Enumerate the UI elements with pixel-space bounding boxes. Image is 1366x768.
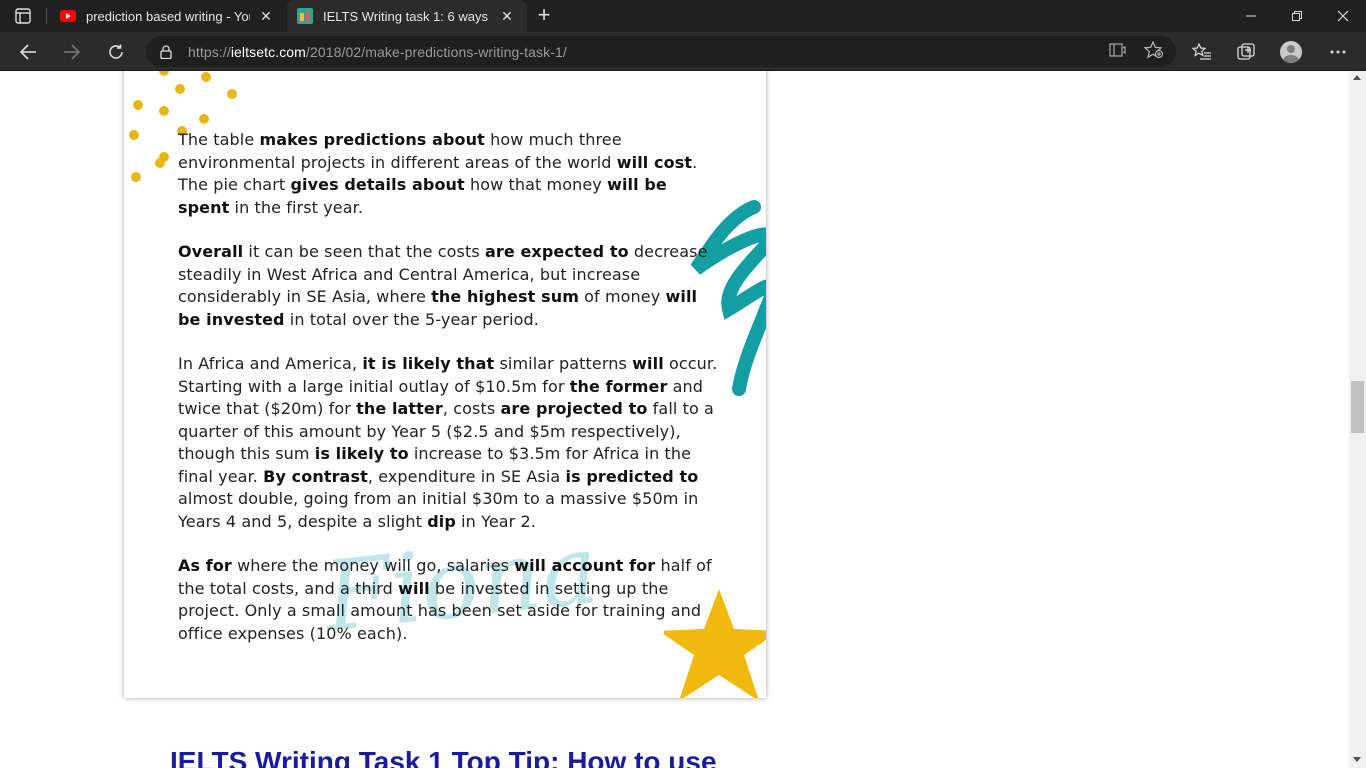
lock-icon[interactable]	[158, 44, 174, 60]
article-infographic: Fiona The table makes predictions about …	[124, 71, 766, 698]
profile-avatar-icon[interactable]	[1279, 40, 1303, 64]
reload-icon[interactable]	[103, 39, 129, 65]
tab-title: IELTS Writing task 1: 6 ways to m	[323, 8, 491, 24]
back-arrow-icon[interactable]	[15, 39, 41, 65]
address-bar[interactable]: https://ieltsetc.com/2018/02/make-predic…	[146, 36, 1176, 67]
tab-youtube[interactable]: prediction based writing - YouTu ✕	[50, 0, 286, 32]
tab-title: prediction based writing - YouTu	[86, 8, 250, 24]
close-window-icon[interactable]	[1320, 0, 1366, 32]
paragraph-details: In Africa and America, it is likely that…	[178, 354, 718, 531]
article-text: The table makes predictions about how mu…	[178, 129, 718, 667]
scroll-up-arrow-icon[interactable]	[1353, 75, 1361, 80]
add-favorite-star-icon[interactable]	[1143, 39, 1165, 61]
forward-arrow-icon[interactable]	[59, 39, 85, 65]
paragraph-intro: The table makes predictions about how mu…	[178, 130, 698, 217]
tab-ieltsetc[interactable]: IELTS Writing task 1: 6 ways to m ✕	[287, 0, 527, 32]
url-text: https://ieltsetc.com/2018/02/make-predic…	[188, 43, 567, 60]
minimize-icon[interactable]	[1228, 0, 1274, 32]
browser-toolbar: https://ieltsetc.com/2018/02/make-predic…	[0, 32, 1366, 71]
more-options-icon[interactable]	[1326, 40, 1350, 64]
close-tab-icon[interactable]: ✕	[497, 6, 517, 26]
favorites-icon[interactable]	[1190, 40, 1214, 64]
collections-icon[interactable]	[1234, 40, 1258, 64]
page-viewport: Fiona The table makes predictions about …	[0, 71, 1349, 768]
scrollbar-thumb[interactable]	[1351, 381, 1364, 433]
section-heading-link[interactable]: IELTS Writing Task 1 Top Tip: How to use	[170, 746, 717, 768]
new-tab-icon[interactable]: +	[533, 4, 555, 26]
paragraph-overview: Overall it can be seen that the costs ar…	[178, 242, 708, 329]
scroll-down-arrow-icon[interactable]	[1353, 757, 1361, 762]
immersive-reader-icon[interactable]	[1107, 39, 1129, 61]
tab-separator	[46, 8, 47, 24]
avatar	[1280, 41, 1302, 63]
tab-strip: prediction based writing - YouTu ✕ IELTS…	[0, 0, 1366, 32]
page-scrollbar[interactable]	[1349, 71, 1366, 768]
tab-actions-icon[interactable]	[12, 6, 34, 26]
restore-icon[interactable]	[1274, 0, 1320, 32]
close-tab-icon[interactable]: ✕	[256, 6, 276, 26]
youtube-icon	[60, 8, 76, 24]
ieltsetc-icon	[297, 8, 313, 24]
paragraph-spending: As for where the money will go, salaries…	[178, 556, 712, 643]
